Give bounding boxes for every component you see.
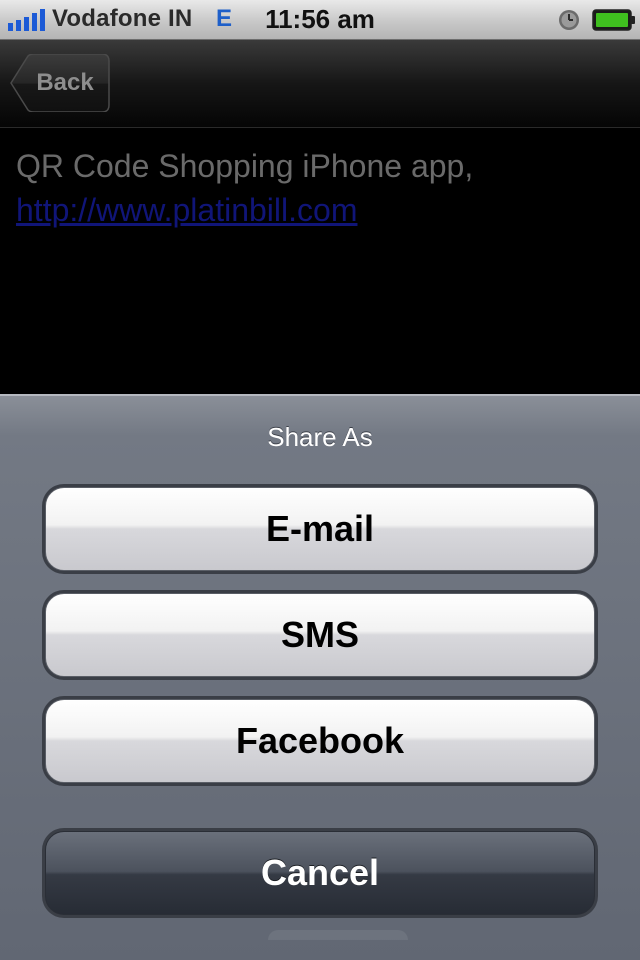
status-bar: Vodafone IN E 11:56 am — [0, 0, 640, 40]
alarm-clock-icon — [559, 10, 579, 30]
status-time: 11:56 am — [265, 4, 375, 34]
battery-icon — [592, 9, 635, 31]
email-button-frame: E-mail — [42, 484, 598, 574]
sms-button[interactable]: SMS — [45, 593, 595, 677]
message-link[interactable]: http://www.platinbill.com — [16, 188, 626, 232]
sms-button-frame: SMS — [42, 590, 598, 680]
message-content: QR Code Shopping iPhone app, http://www.… — [16, 144, 626, 232]
facebook-button-frame: Facebook — [42, 696, 598, 786]
navigation-bar: Back — [0, 40, 640, 128]
facebook-button[interactable]: Facebook — [45, 699, 595, 783]
back-button[interactable]: Back — [10, 54, 110, 112]
cancel-button-frame: Cancel — [42, 828, 598, 918]
email-button[interactable]: E-mail — [45, 487, 595, 571]
action-sheet-title: Share As — [267, 422, 373, 452]
back-button-label: Back — [36, 69, 94, 96]
share-action-sheet: Share As E-mail SMS Facebook Cancel — [0, 394, 640, 960]
message-text: QR Code Shopping iPhone app, — [16, 148, 474, 184]
cancel-button[interactable]: Cancel — [45, 831, 595, 915]
bottom-edge-tab — [268, 930, 408, 940]
